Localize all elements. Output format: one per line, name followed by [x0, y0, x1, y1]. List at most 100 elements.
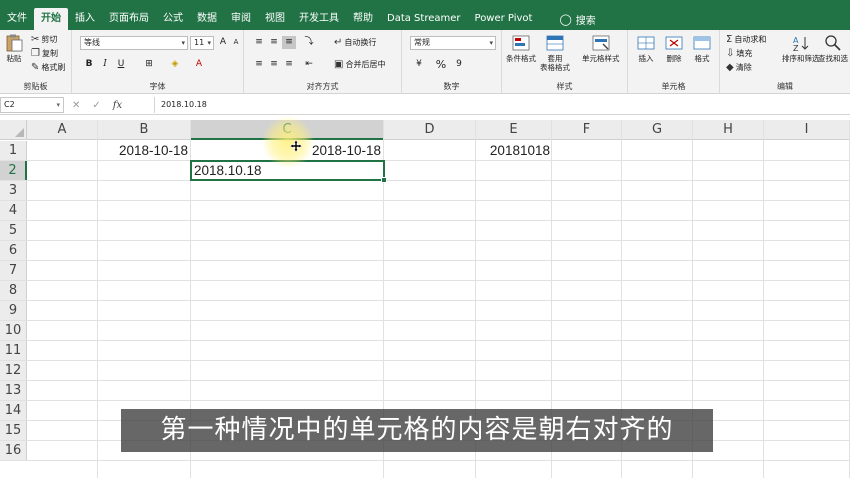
row-header-13[interactable]: 13 — [0, 381, 27, 401]
row-header-6[interactable]: 6 — [0, 241, 27, 261]
column-header-F[interactable]: F — [552, 120, 622, 140]
comma-button[interactable]: 9 — [452, 58, 466, 71]
row-header-10[interactable]: 10 — [0, 321, 27, 341]
number-format-combo[interactable]: 常规 ▾ — [410, 36, 496, 50]
fill-button[interactable]: ⇩ 填充 — [726, 48, 752, 59]
function-icon[interactable]: fx — [113, 100, 122, 111]
formula-actions: ✕ ✓ fx — [72, 97, 134, 113]
font-name-combo[interactable]: 等线 ▾ — [80, 36, 188, 50]
delete-cells-button[interactable]: 删除 — [664, 34, 684, 63]
grid-line-horizontal — [0, 460, 850, 461]
tab-view[interactable]: 视图 — [258, 8, 292, 30]
row-header-5[interactable]: 5 — [0, 221, 27, 241]
row-header-14[interactable]: 14 — [0, 401, 27, 421]
editing-label: 编辑 — [777, 82, 793, 91]
cut-button[interactable]: ✂ 剪切 — [31, 34, 57, 45]
row-header-2[interactable]: 2 — [0, 161, 27, 181]
row-header-4[interactable]: 4 — [0, 201, 27, 221]
tab-data[interactable]: 数据 — [190, 8, 224, 30]
styles-group: 条件格式 套用 表格格式 单元格样式 样式 — [502, 30, 628, 94]
chevron-down-icon: ▾ — [56, 101, 60, 109]
select-all-button[interactable] — [0, 120, 27, 140]
grid-line-horizontal — [0, 240, 850, 241]
tab-file[interactable]: 文件 — [0, 8, 34, 30]
tab-home[interactable]: 开始 — [34, 8, 68, 30]
align-top-icon[interactable]: ≡ — [252, 36, 266, 49]
column-header-B[interactable]: B — [98, 120, 191, 140]
row-header-12[interactable]: 12 — [0, 361, 27, 381]
row-header-9[interactable]: 9 — [0, 301, 27, 321]
conditional-format-icon — [512, 35, 530, 51]
tab-power-pivot[interactable]: Power Pivot — [468, 8, 540, 30]
percent-button[interactable]: % — [434, 58, 448, 71]
row-header-7[interactable]: 7 — [0, 261, 27, 281]
find-select-button[interactable]: 查找和选 — [818, 34, 848, 63]
wrap-text-button[interactable]: ↵ 自动换行 — [334, 37, 376, 48]
column-header-E[interactable]: E — [476, 120, 552, 140]
grid-line-horizontal — [0, 400, 850, 401]
sigma-icon: Σ — [726, 34, 733, 45]
row-header-3[interactable]: 3 — [0, 181, 27, 201]
formula-input[interactable]: 2018.10.18 — [154, 97, 850, 113]
paste-button[interactable]: 粘贴 — [4, 34, 24, 63]
align-bottom-icon[interactable]: ≡ — [282, 36, 296, 49]
row-header-1[interactable]: 1 — [0, 141, 27, 161]
column-header-G[interactable]: G — [622, 120, 693, 140]
row-header-11[interactable]: 11 — [0, 341, 27, 361]
tab-page-layout[interactable]: 页面布局 — [102, 8, 156, 30]
cell-B1[interactable]: 2018-10-18 — [98, 141, 190, 161]
pointer-highlight — [262, 116, 314, 168]
cell-E1[interactable]: 20181018 — [476, 141, 552, 161]
row-header-16[interactable]: 16 — [0, 441, 27, 461]
format-as-table-button[interactable]: 套用 表格格式 — [540, 34, 570, 72]
column-header-A[interactable]: A — [27, 120, 98, 140]
copy-button[interactable]: ❐ 复制 — [31, 48, 58, 59]
tab-insert[interactable]: 插入 — [68, 8, 102, 30]
row-header-8[interactable]: 8 — [0, 281, 27, 301]
underline-button[interactable]: U — [114, 58, 128, 71]
cell-styles-button[interactable]: 单元格样式 — [582, 34, 620, 63]
align-left-icon[interactable]: ≡ — [252, 58, 266, 71]
tab-help[interactable]: 帮助 — [346, 8, 380, 30]
grid-line-horizontal — [0, 260, 850, 261]
bold-button[interactable]: B — [82, 58, 96, 71]
title-bar — [0, 0, 850, 8]
orientation-icon[interactable]: ⤵ — [302, 36, 316, 49]
fill-color-icon[interactable]: ◈ — [168, 58, 182, 71]
currency-icon[interactable]: ¥ — [412, 58, 426, 71]
clear-button[interactable]: ◆ 清除 — [726, 62, 752, 73]
column-header-D[interactable]: D — [384, 120, 476, 140]
column-header-I[interactable]: I — [764, 120, 850, 140]
borders-icon[interactable]: ⊞ — [142, 58, 156, 71]
indent-icon[interactable]: ⇤ — [302, 58, 316, 71]
merge-icon: ▣ — [334, 59, 344, 70]
align-right-icon[interactable]: ≡ — [282, 58, 296, 71]
align-middle-icon[interactable]: ≡ — [267, 36, 281, 49]
tab-formulas[interactable]: 公式 — [156, 8, 190, 30]
font-size-combo[interactable]: 11 ▾ — [190, 36, 214, 50]
fill-handle[interactable] — [381, 177, 387, 183]
column-header-H[interactable]: H — [693, 120, 764, 140]
merge-center-button[interactable]: ▣ 合并后居中 — [334, 59, 385, 70]
tab-developer[interactable]: 开发工具 — [292, 8, 346, 30]
sort-filter-button[interactable]: AZ 排序和筛选 — [782, 34, 820, 63]
row-header-15[interactable]: 15 — [0, 421, 27, 441]
tab-review[interactable]: 审阅 — [224, 8, 258, 30]
font-color-icon[interactable]: A — [192, 58, 206, 71]
shrink-font-button[interactable]: A — [229, 36, 243, 49]
search-box[interactable]: ◯ 搜索 — [553, 12, 601, 27]
format-painter-button[interactable]: ✎ 格式刷 — [31, 62, 65, 73]
autosum-button[interactable]: Σ 自动求和 — [726, 34, 766, 45]
align-center-icon[interactable]: ≡ — [267, 58, 281, 71]
cells-group: 插入 删除 格式 单元格 — [628, 30, 720, 94]
grid-line-horizontal — [0, 280, 850, 281]
tab-data-streamer[interactable]: Data Streamer — [380, 8, 468, 30]
cancel-icon[interactable]: ✕ — [72, 100, 80, 111]
italic-button[interactable]: I — [98, 58, 112, 71]
confirm-icon[interactable]: ✓ — [92, 100, 100, 111]
conditional-format-button[interactable]: 条件格式 — [506, 34, 536, 63]
name-box[interactable]: C2 ▾ — [0, 97, 64, 113]
grow-font-button[interactable]: A — [216, 36, 230, 49]
insert-cells-button[interactable]: 插入 — [636, 34, 656, 63]
format-cells-button[interactable]: 格式 — [692, 34, 712, 63]
